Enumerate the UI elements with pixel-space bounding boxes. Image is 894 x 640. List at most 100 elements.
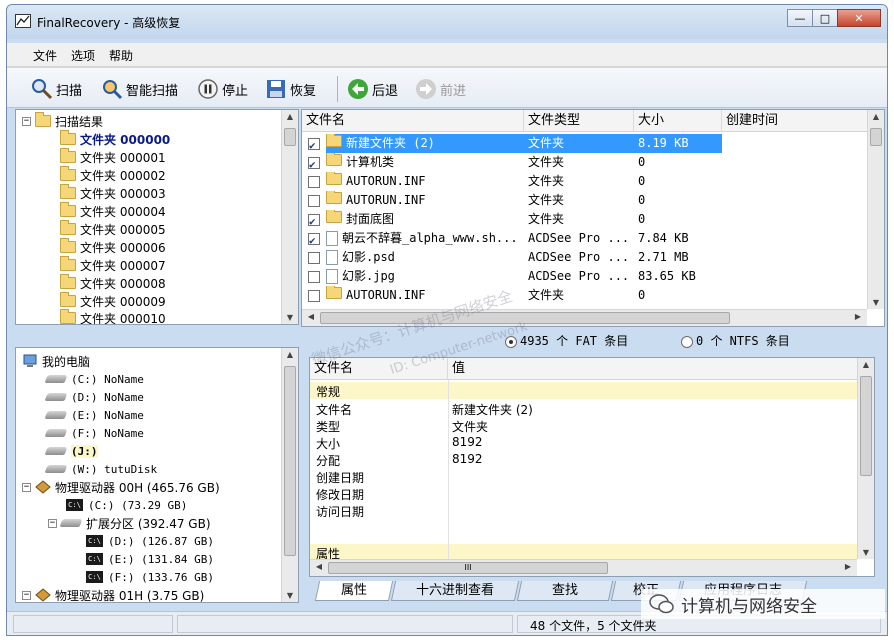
column-size[interactable]: 大小: [634, 110, 722, 132]
back-button[interactable]: 后退: [347, 78, 398, 100]
smart-scan-button[interactable]: 智能扫描: [101, 78, 178, 100]
scroll-up-icon[interactable]: ▲: [282, 350, 298, 359]
row-checkbox[interactable]: [308, 270, 320, 283]
maximize-button[interactable]: □: [812, 9, 838, 27]
tree-folder-item[interactable]: 文件夹 000004: [60, 202, 166, 220]
scroll-down-icon[interactable]: ▼: [282, 591, 298, 600]
scroll-up-icon[interactable]: ▲: [282, 112, 298, 121]
forward-button[interactable]: 前进: [415, 78, 466, 100]
file-row[interactable]: 幻影.jpg ACDSee Pro ... 83.65 KB: [302, 267, 867, 286]
file-row[interactable]: 封面底图 文件夹 0: [302, 210, 867, 229]
property-row[interactable]: 文件名 新建文件夹 (2): [310, 400, 857, 417]
scroll-left-icon[interactable]: ◀: [304, 312, 318, 321]
drive-tree-scrollbar[interactable]: ▲ ▼: [281, 348, 298, 602]
file-row[interactable]: AUTORUN.INF 文件夹 0: [302, 286, 867, 305]
close-button[interactable]: ✕: [837, 9, 881, 27]
physical-drive-01h[interactable]: − 物理驱动器 01H (3.75 GB): [22, 586, 204, 602]
properties-vscrollbar[interactable]: ▲ ▼: [857, 358, 874, 559]
collapse-icon[interactable]: −: [22, 590, 31, 600]
scroll-up-icon[interactable]: ▲: [868, 112, 884, 121]
file-row[interactable]: 幻影.psd ACDSee Pro ... 2.71 MB: [302, 248, 867, 267]
file-row[interactable]: 朝云不辞暮_alpha_www.sh... ACDSee Pro ... 7.8…: [302, 229, 867, 248]
properties-grid[interactable]: 文件名 值 常规 文件名 新建文件夹 (2) 类型 文件夹 大小 8192 分配 819…: [309, 357, 875, 577]
file-list[interactable]: 文件名 文件类型 大小 创建时间 新建文件夹 (2) 文件夹 8.19 KB 计…: [301, 109, 885, 327]
volume-w[interactable]: (W:) tutuDisk: [44, 460, 157, 478]
volume-j[interactable]: (J:): [44, 442, 98, 460]
scroll-right-icon[interactable]: ▶: [841, 562, 855, 571]
radio-icon[interactable]: [681, 335, 693, 348]
scroll-thumb[interactable]: [284, 366, 296, 556]
row-checkbox[interactable]: [308, 155, 320, 172]
tree-folder-item[interactable]: 文件夹 000007: [60, 256, 166, 274]
tab-properties[interactable]: 属性: [314, 581, 394, 601]
ntfs-radio[interactable]: 0 个 NTFS 条目: [681, 332, 790, 349]
property-row[interactable]: 创建日期: [310, 468, 857, 485]
file-row[interactable]: 计算机类 文件夹 0: [302, 153, 867, 172]
tree-folder-item[interactable]: 文件夹 000001: [60, 148, 166, 166]
row-checkbox[interactable]: [308, 212, 320, 229]
scroll-up-icon[interactable]: ▲: [858, 360, 874, 369]
menu-file[interactable]: 文件: [33, 47, 57, 64]
properties-hscrollbar[interactable]: ◀ III ▶: [310, 559, 857, 576]
property-row[interactable]: 分配 8192: [310, 451, 857, 468]
property-row[interactable]: 访问日期: [310, 502, 857, 519]
tree-folder-item[interactable]: 文件夹 000008: [60, 274, 166, 292]
tree-folder-item[interactable]: 文件夹 000003: [60, 184, 166, 202]
collapse-icon[interactable]: −: [22, 482, 31, 492]
row-checkbox[interactable]: [308, 251, 320, 264]
logical-e[interactable]: C:\ (E:) (131.84 GB): [86, 550, 214, 568]
scroll-thumb[interactable]: [860, 376, 872, 476]
file-list-hscrollbar[interactable]: ◀ ▶: [302, 309, 867, 326]
menu-options[interactable]: 选项: [71, 47, 95, 64]
minimize-button[interactable]: —: [787, 9, 813, 27]
tree-folder-item[interactable]: 文件夹 000009: [60, 292, 166, 310]
logical-d[interactable]: C:\ (D:) (126.87 GB): [86, 532, 214, 550]
tree-folder-item[interactable]: 文件夹 000006: [60, 238, 166, 256]
extended-partition[interactable]: − 扩展分区 (392.47 GB): [48, 514, 211, 532]
file-list-vscrollbar[interactable]: ▲ ▼: [867, 110, 884, 309]
file-row[interactable]: AUTORUN.INF 文件夹 0: [302, 191, 867, 210]
tree-folder-item[interactable]: 文件夹 000000: [60, 130, 170, 148]
scroll-thumb[interactable]: [284, 128, 296, 146]
drive-tree[interactable]: 我的电脑 (C:) NoName (D:) NoName (E:) NoName…: [15, 347, 299, 603]
scroll-right-icon[interactable]: ▶: [851, 312, 865, 321]
row-checkbox[interactable]: [308, 136, 320, 153]
radio-selected-icon[interactable]: [505, 335, 517, 348]
scan-button[interactable]: 扫描: [31, 78, 82, 100]
menu-help[interactable]: 帮助: [109, 47, 133, 64]
file-row[interactable]: AUTORUN.INF 文件夹 0: [302, 172, 867, 191]
column-name[interactable]: 文件名: [302, 110, 524, 132]
scan-results-root[interactable]: − 扫描结果: [22, 112, 103, 130]
column-property-value[interactable]: 值: [448, 358, 858, 380]
column-property-name[interactable]: 文件名: [310, 358, 448, 380]
property-row[interactable]: 修改日期: [310, 485, 857, 502]
tab-hex-view[interactable]: 十六进制查看: [390, 581, 520, 601]
stop-button[interactable]: 停止: [197, 78, 248, 100]
volume-f[interactable]: (F:) NoName: [44, 424, 144, 442]
scroll-thumb[interactable]: III: [328, 562, 608, 574]
property-row[interactable]: 大小 8192: [310, 434, 857, 451]
scroll-left-icon[interactable]: ◀: [312, 562, 326, 571]
column-created[interactable]: 创建时间: [722, 110, 870, 132]
property-row[interactable]: 类型 文件夹: [310, 417, 857, 434]
my-computer-node[interactable]: 我的电脑: [22, 352, 90, 370]
scroll-thumb[interactable]: [870, 128, 882, 146]
scroll-down-icon[interactable]: ▼: [868, 298, 884, 307]
physical-drive-00h[interactable]: − 物理驱动器 00H (465.76 GB): [22, 478, 220, 496]
row-checkbox[interactable]: [308, 194, 320, 207]
volume-e[interactable]: (E:) NoName: [44, 406, 144, 424]
row-checkbox[interactable]: [308, 289, 320, 302]
scroll-down-icon[interactable]: ▼: [858, 548, 874, 557]
column-type[interactable]: 文件类型: [524, 110, 634, 132]
scan-results-tree[interactable]: − 扫描结果 文件夹 000000 文件夹 000001 文件夹 000002 …: [15, 109, 299, 325]
title-bar[interactable]: FinalRecovery - 高级恢复 — □ ✕: [7, 5, 887, 39]
tree-folder-item[interactable]: 文件夹 000002: [60, 166, 166, 184]
volume-c[interactable]: (C:) NoName: [44, 370, 144, 388]
collapse-icon[interactable]: −: [22, 116, 31, 126]
scan-tree-scrollbar[interactable]: ▲ ▼: [281, 110, 298, 324]
volume-d[interactable]: (D:) NoName: [44, 388, 144, 406]
tree-folder-item[interactable]: 文件夹 000005: [60, 220, 166, 238]
partition-c[interactable]: C:\ (C:) (73.29 GB): [66, 496, 187, 514]
collapse-icon[interactable]: −: [48, 518, 57, 528]
scroll-thumb[interactable]: [320, 312, 730, 324]
